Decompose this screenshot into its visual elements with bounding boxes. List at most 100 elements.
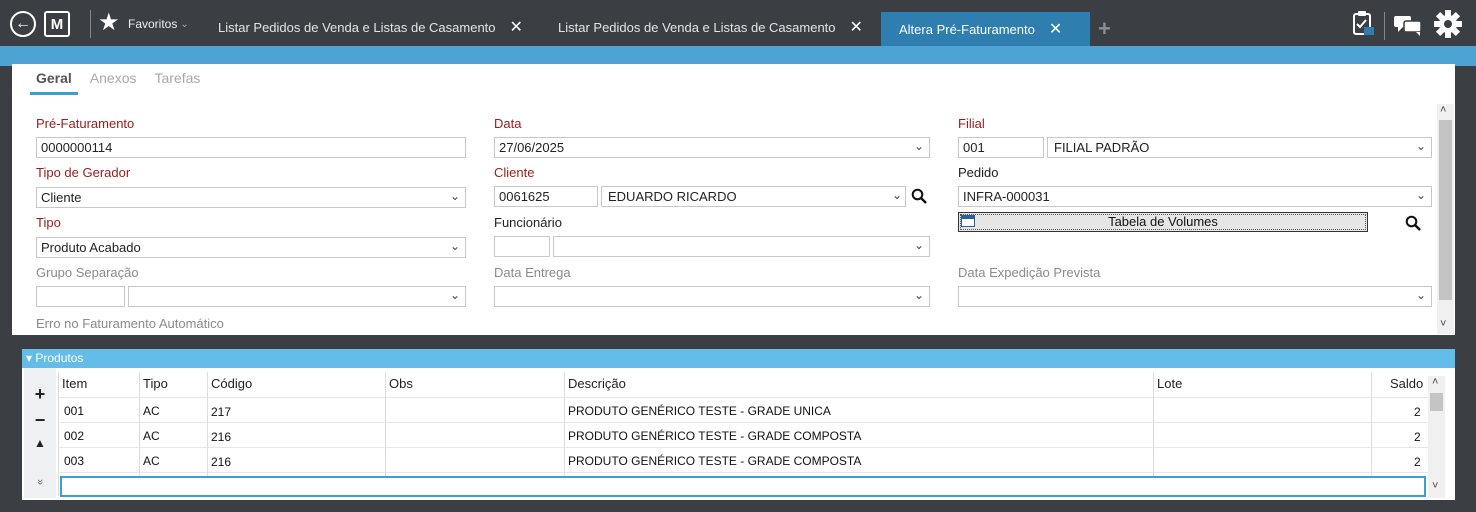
cell-saldo: 2 <box>1414 455 1421 469</box>
scroll-up-icon[interactable]: ˄ <box>1432 376 1438 388</box>
cell-descricao: PRODUTO GENÉRICO TESTE - GRADE COMPOSTA <box>568 454 862 468</box>
tab-label: Listar Pedidos de Venda e Listas de Casa… <box>558 19 836 35</box>
label-pedido: Pedido <box>958 165 999 180</box>
grupo-separacao-select[interactable] <box>128 286 466 307</box>
cell-tipo: AC <box>143 454 160 468</box>
data-input[interactable]: 27/06/2025 <box>494 137 930 158</box>
label-filial: Filial <box>958 116 985 131</box>
data-entrega-input[interactable] <box>494 286 930 307</box>
search-icon[interactable] <box>1405 215 1421 231</box>
grupo-separacao-code[interactable] <box>36 286 125 307</box>
filial-code-input[interactable]: 001 <box>958 137 1044 158</box>
column-header-item[interactable]: Item <box>62 376 87 391</box>
add-tab-icon[interactable]: + <box>1098 18 1118 40</box>
favorites-menu[interactable]: Favoritos ⌄ <box>128 17 189 31</box>
column-header-tipo[interactable]: Tipo <box>143 376 168 391</box>
cell-descricao: PRODUTO GENÉRICO TESTE - GRADE UNICA <box>568 404 831 418</box>
expand-button[interactable]: » <box>34 472 46 492</box>
pre-faturamento-input[interactable]: 0000000114 <box>36 137 466 158</box>
tipo-select[interactable]: Produto Acabado <box>36 237 466 258</box>
cell-descricao: PRODUTO GENÉRICO TESTE - GRADE COMPOSTA <box>568 429 862 443</box>
label-data-entrega: Data Entrega <box>494 265 571 280</box>
chevron-down-icon[interactable]: ⌄ <box>914 238 924 252</box>
column-header-lote[interactable]: Lote <box>1157 376 1182 391</box>
clipboard-icon[interactable] <box>1352 10 1374 36</box>
cliente-code-input[interactable]: 0061625 <box>494 186 598 207</box>
produtos-section-header[interactable]: ▾ Produtos <box>22 349 1455 368</box>
table-icon <box>961 215 975 227</box>
funcionario-code-input[interactable] <box>494 236 550 257</box>
chevron-down-icon[interactable]: ⌄ <box>1416 188 1426 202</box>
app-logo[interactable]: M <box>44 11 70 37</box>
close-icon[interactable]: ✕ <box>1049 19 1062 39</box>
tab-label: Listar Pedidos de Venda e Listas de Casa… <box>218 19 496 35</box>
tab-listar-pedidos-1[interactable]: Listar Pedidos de Venda e Listas de Casa… <box>212 12 542 42</box>
grid-line <box>58 447 1428 448</box>
grid-line <box>58 397 1428 398</box>
label-data: Data <box>494 116 522 131</box>
remove-row-button[interactable]: − <box>30 410 50 431</box>
label-grupo-separacao: Grupo Separação <box>36 265 139 280</box>
chevron-down-icon[interactable]: ⌄ <box>450 189 460 203</box>
separator <box>1384 12 1385 40</box>
cell-item: 001 <box>64 404 85 418</box>
produtos-title: Produtos <box>35 351 84 365</box>
label-funcionario: Funcionário <box>494 215 562 230</box>
tipo-gerador-select[interactable]: Cliente <box>36 187 466 208</box>
move-up-button[interactable]: ▲ <box>30 436 50 450</box>
back-arrow-icon[interactable]: ← <box>10 11 36 37</box>
column-header-codigo[interactable]: Código <box>211 376 252 391</box>
cliente-name-select[interactable]: EDUARDO RICARDO <box>601 186 906 207</box>
chevron-down-icon[interactable]: ⌄ <box>892 188 902 202</box>
new-row-editor[interactable] <box>60 476 1426 497</box>
data-expedicao-input[interactable] <box>958 286 1432 307</box>
subtab-tarefas[interactable]: Tarefas <box>155 70 201 98</box>
chat-icon[interactable] <box>1394 14 1422 36</box>
add-row-button[interactable]: + <box>30 384 50 405</box>
chevron-down-icon[interactable]: ⌄ <box>450 288 460 302</box>
gear-icon[interactable] <box>1434 10 1462 38</box>
funcionario-name-select[interactable] <box>553 236 930 257</box>
cell-item: 002 <box>64 429 85 443</box>
chevron-down-icon[interactable]: ⌄ <box>1416 139 1426 153</box>
column-header-obs[interactable]: Obs <box>389 376 413 391</box>
scroll-up-icon[interactable]: ˄ <box>1440 104 1446 116</box>
search-icon[interactable] <box>911 188 927 204</box>
close-icon[interactable]: ✕ <box>510 17 523 37</box>
cell-item: 003 <box>64 454 85 468</box>
filial-name-select[interactable]: FILIAL PADRÃO <box>1047 137 1432 158</box>
cell-tipo: AC <box>143 404 160 418</box>
top-bar: ← M ★ Favoritos ⌄ Listar Pedidos de Venda… <box>0 0 1476 46</box>
label-pre-faturamento: Pré-Faturamento <box>36 116 135 131</box>
close-icon[interactable]: ✕ <box>850 17 863 37</box>
scroll-down-icon[interactable]: ˅ <box>1440 318 1446 330</box>
favorites-label: Favoritos <box>128 17 178 31</box>
chevron-down-icon[interactable]: ⌄ <box>914 139 924 153</box>
label-erro-faturamento: Erro no Faturamento Automático <box>36 316 224 331</box>
column-header-saldo[interactable]: Saldo <box>1390 376 1423 391</box>
tab-altera-pre-faturamento[interactable]: Altera Pré-Faturamento ✕ <box>881 12 1090 46</box>
cell-saldo: 2 <box>1414 405 1421 419</box>
label-tipo: Tipo <box>36 215 61 230</box>
pedido-select[interactable]: INFRA-000031 <box>958 186 1432 207</box>
subtab-anexos[interactable]: Anexos <box>90 70 137 98</box>
tabela-volumes-button[interactable]: Tabela de Volumes <box>958 212 1368 232</box>
chevron-down-icon[interactable]: ⌄ <box>450 239 460 253</box>
chevron-down-icon[interactable]: ⌄ <box>914 288 924 302</box>
cell-saldo: 2 <box>1414 430 1421 444</box>
tab-label: Altera Pré-Faturamento <box>899 21 1035 37</box>
star-icon[interactable]: ★ <box>98 8 120 37</box>
grid-scrollbar-thumb[interactable] <box>1430 393 1443 411</box>
label-data-expedicao: Data Expedição Prevista <box>958 265 1101 280</box>
chevron-down-icon[interactable]: ⌄ <box>1416 288 1426 302</box>
label-cliente: Cliente <box>494 165 535 180</box>
grid-line <box>58 472 1428 473</box>
column-header-descricao[interactable]: Descrição <box>568 376 626 391</box>
cell-codigo: 216 <box>211 430 232 444</box>
scroll-down-icon[interactable]: ˅ <box>1432 480 1438 492</box>
form-scrollbar-thumb[interactable] <box>1439 120 1452 300</box>
separator <box>90 10 91 38</box>
grid-line <box>58 422 1428 423</box>
tab-listar-pedidos-2[interactable]: Listar Pedidos de Venda e Listas de Casa… <box>552 12 877 42</box>
chevron-down-icon: ⌄ <box>180 18 189 30</box>
